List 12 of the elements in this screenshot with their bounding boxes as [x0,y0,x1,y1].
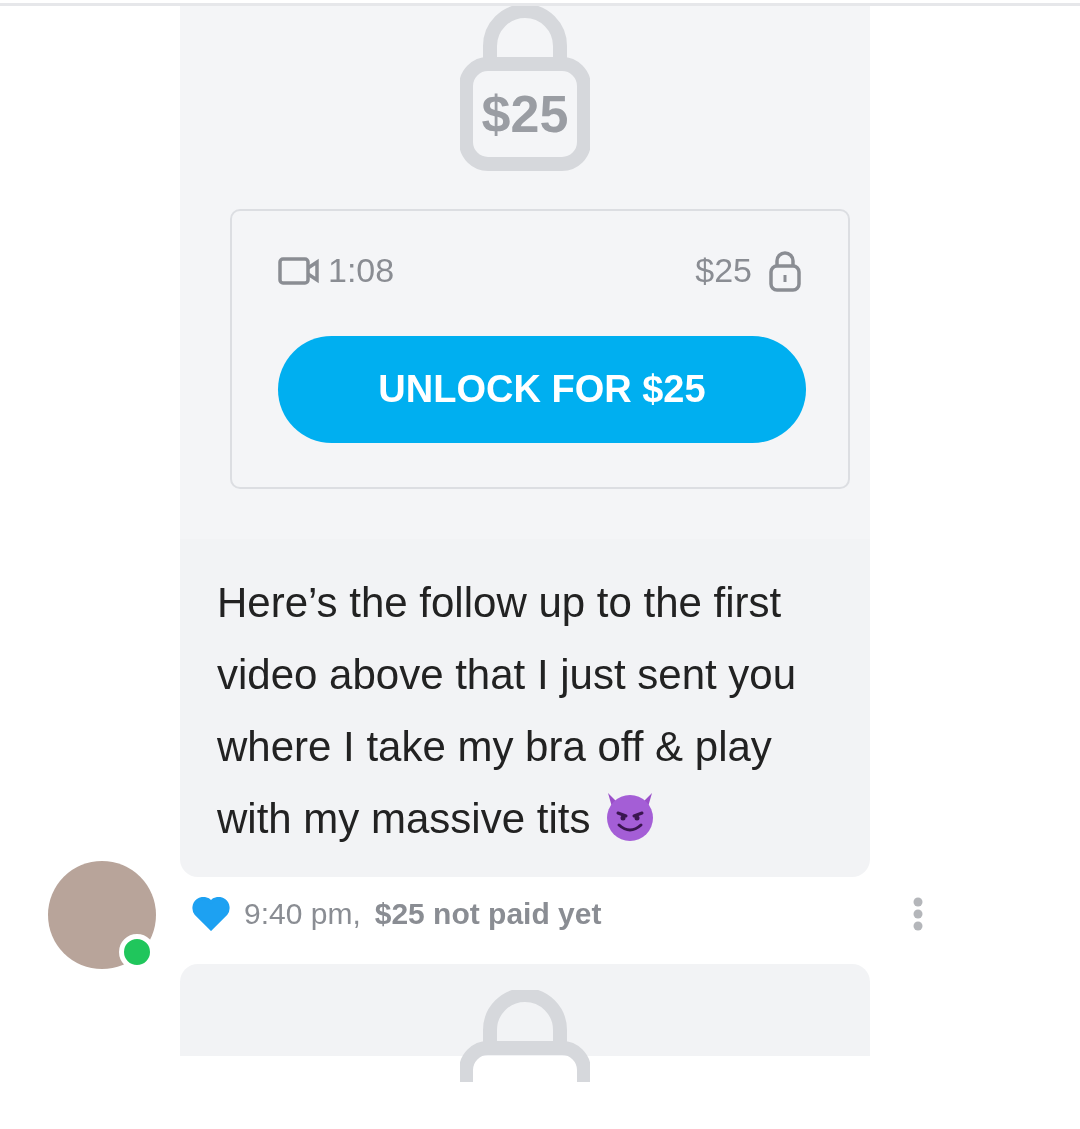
video-camera-icon [278,255,320,286]
heart-icon[interactable] [192,896,230,931]
padlock-icon [768,249,802,292]
unlock-button[interactable]: UNLOCK FOR $25 [278,336,806,443]
message-time: 9:40 pm, [244,896,361,932]
media-price: $25 [695,250,752,291]
video-duration: 1:08 [328,250,395,291]
message-text: Here’s the follow up to the first video above that I just sent you where I take my bra off & play with my massive tits [216,578,798,845]
padlock-icon [460,6,590,171]
more-options-icon[interactable] [911,896,925,932]
lock-price: $25 [480,84,570,140]
payment-status: $25 not paid yet [374,896,602,932]
